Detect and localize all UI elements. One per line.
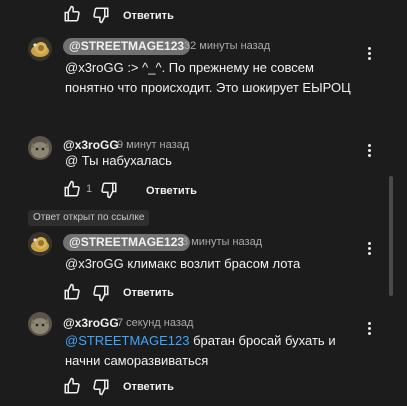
timestamp[interactable]: 32 минуты назад <box>184 40 270 52</box>
avatar-snail-icon <box>28 37 52 61</box>
mention-link[interactable]: @STREETMAGE123 <box>65 333 189 348</box>
like-button[interactable] <box>63 5 81 23</box>
comment-line: @x3roGG :> ^_^. По прежнему не совсем <box>65 60 314 75</box>
thumb-down-icon <box>93 379 109 396</box>
avatar[interactable] <box>28 312 52 336</box>
reply-button[interactable]: Ответить <box>115 6 182 26</box>
linked-reply-banner: Ответ открыт по ссылке <box>28 210 150 226</box>
comment-text: @x3roGG :> ^_^. По прежнему не совсем по… <box>65 58 375 98</box>
author-handle[interactable]: @STREETMAGE123 <box>63 38 191 55</box>
thumb-up-icon <box>64 377 80 394</box>
avatar-cat-icon <box>28 312 52 336</box>
like-button[interactable] <box>63 283 81 301</box>
thumb-down-icon <box>93 285 109 302</box>
author-handle[interactable]: @x3roGG <box>63 316 119 330</box>
avatar-cat-icon <box>28 136 52 160</box>
thumb-down-icon <box>101 182 117 199</box>
comment-text: @STREETMAGE123 братан бросай бухать и на… <box>65 331 365 371</box>
thumb-up-icon <box>64 283 80 300</box>
scrollbar-thumb[interactable] <box>389 176 393 296</box>
avatar-snail-icon <box>28 232 52 256</box>
dislike-button[interactable] <box>100 181 118 199</box>
comment-line: @STREETMAGE123 братан бросай бухать и <box>65 331 365 351</box>
dislike-button[interactable] <box>92 284 110 302</box>
avatar[interactable] <box>28 37 52 61</box>
more-vert-icon[interactable] <box>366 142 372 160</box>
avatar[interactable] <box>28 232 52 256</box>
thumb-down-icon <box>93 7 109 24</box>
timestamp[interactable]: 3 минуты назад <box>182 236 262 248</box>
like-button[interactable] <box>63 180 81 198</box>
comment-line-rest: братан бросай бухать и <box>189 333 336 348</box>
like-button[interactable] <box>63 377 81 395</box>
timestamp[interactable]: 9 минут назад <box>117 139 189 151</box>
reply-button[interactable]: Ответить <box>115 283 182 303</box>
author-handle[interactable]: @STREETMAGE123 <box>63 234 191 251</box>
thumb-up-icon <box>64 5 80 22</box>
more-vert-icon[interactable] <box>366 320 372 338</box>
avatar[interactable] <box>28 136 52 160</box>
comment-text: @ Ты набухалась <box>65 153 172 168</box>
timestamp[interactable]: 7 секунд назад <box>117 317 193 329</box>
like-count: 1 <box>86 183 93 195</box>
dislike-button[interactable] <box>92 378 110 396</box>
comment-line: понятно что происходит. Это шокирует ЕЫР… <box>65 80 351 95</box>
comment-text: @x3roGG климакс возлит брасом лота <box>65 256 301 271</box>
thumb-up-icon <box>64 180 80 197</box>
dislike-button[interactable] <box>92 6 110 24</box>
reply-button[interactable]: Ответить <box>138 181 205 201</box>
comment-line: начни саморазвиваться <box>65 353 209 368</box>
author-handle[interactable]: @x3roGG <box>63 138 119 152</box>
reply-button[interactable]: Ответить <box>115 377 182 397</box>
